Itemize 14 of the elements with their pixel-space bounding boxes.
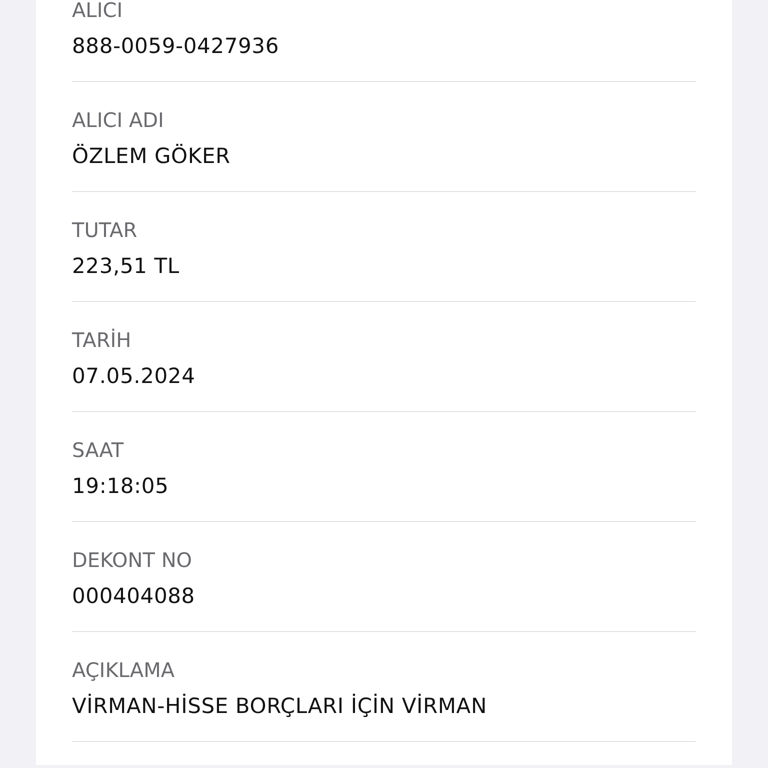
field-label: DEKONT NO	[72, 547, 194, 573]
field-value: 888-0059-0427936	[72, 33, 280, 60]
field-label: SAAT	[72, 437, 125, 463]
field-label: TUTAR	[72, 217, 138, 243]
field-label: ALICI	[72, 0, 124, 23]
field-value: 19:18:05	[72, 473, 170, 500]
field-value: 07.05.2024	[72, 363, 196, 390]
field-value: 000404088	[72, 583, 196, 610]
field-label: AÇIKLAMA	[72, 657, 176, 683]
field-label: ALICI ADI	[72, 107, 165, 133]
field-value: ÖZLEM GÖKER	[72, 142, 232, 170]
field-value: 223,51 TL	[72, 253, 180, 280]
field-label: TARİH	[72, 327, 132, 353]
field-value: VİRMAN-HİSSE BORÇLARI İÇİN VİRMAN	[72, 692, 488, 720]
